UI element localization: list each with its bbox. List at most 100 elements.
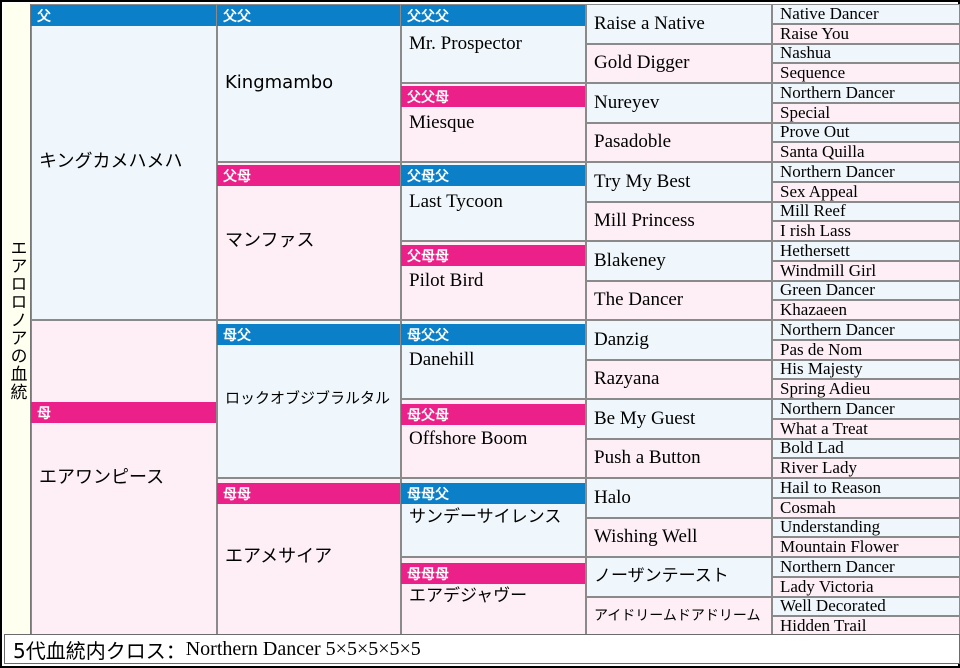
- gen5-cell-8[interactable]: Santa Quilla: [772, 142, 960, 162]
- gen5-cell-31[interactable]: Well Decorated: [772, 596, 960, 617]
- gen5-name-9: Northern Dancer: [780, 162, 895, 181]
- gen4-cell-10[interactable]: Razyana: [586, 359, 772, 399]
- gen5-name-5: Northern Dancer: [780, 83, 895, 102]
- gen5-cell-16[interactable]: Khazaeen: [772, 300, 960, 320]
- gen4-cell-8[interactable]: The Dancer: [586, 280, 772, 320]
- band-sire-dam-label: 父母: [223, 168, 251, 185]
- band-dam-dam-sire-label: 母母父: [407, 486, 449, 503]
- gen4-name-9: Danzig: [594, 328, 649, 350]
- band-dam-sire: 母父: [217, 324, 400, 345]
- gen4-cell-3[interactable]: Nureyev: [586, 83, 772, 123]
- gen5-cell-19[interactable]: His Majesty: [772, 359, 960, 380]
- gen5-cell-4[interactable]: Sequence: [772, 63, 960, 83]
- gen4-cell-13[interactable]: Halo: [586, 478, 772, 518]
- gen5-cell-25[interactable]: Hail to Reason: [772, 478, 960, 498]
- gen5-name-27: Understanding: [780, 517, 881, 537]
- band-sire-sire-sire: 父父父: [401, 5, 585, 26]
- gen5-cell-18[interactable]: Pas de Nom: [772, 339, 960, 360]
- gen5-cell-14[interactable]: Windmill Girl: [772, 260, 960, 281]
- gen5-cell-29[interactable]: Northern Dancer: [772, 557, 960, 577]
- gen4-cell-11[interactable]: Be My Guest: [586, 399, 772, 439]
- gen5-cell-11[interactable]: Mill Reef: [772, 201, 960, 222]
- gen5-name-10: Sex Appeal: [780, 181, 858, 201]
- gen5-name-14: Windmill Girl: [780, 260, 877, 280]
- gen5-name-28: Mountain Flower: [780, 537, 899, 557]
- gen5-name-8: Santa Quilla: [780, 142, 865, 162]
- band-dam-sire-dam-label: 母父母: [407, 407, 449, 424]
- gen5-name-21: Northern Dancer: [780, 399, 895, 418]
- gen5-cell-10[interactable]: Sex Appeal: [772, 181, 960, 202]
- gen5-cell-28[interactable]: Mountain Flower: [772, 537, 960, 557]
- gen5-name-32: Hidden Trail: [780, 616, 867, 636]
- band-sire-dam-dam: 父母母: [401, 245, 585, 266]
- gen4-cell-1[interactable]: Raise a Native: [586, 4, 772, 44]
- gen4-name-4: Pasadoble: [594, 131, 672, 153]
- gen5-name-30: Lady Victoria: [780, 576, 874, 596]
- gen4-cell-12[interactable]: Push a Button: [586, 438, 772, 478]
- gen5-cell-13[interactable]: Hethersett: [772, 241, 960, 261]
- inbreeding-cross: Northern Dancer 5×5×5×5×5: [185, 637, 421, 660]
- gen5-cell-22[interactable]: What a Treat: [772, 418, 960, 439]
- gen1-dam-cell[interactable]: エアワンピース: [31, 320, 217, 636]
- gen5-name-19: His Majesty: [780, 359, 863, 379]
- gen5-cell-5[interactable]: Northern Dancer: [772, 83, 960, 103]
- gen5-name-25: Hail to Reason: [780, 478, 882, 497]
- gen5-name-22: What a Treat: [780, 418, 868, 438]
- gen5-cell-17[interactable]: Northern Dancer: [772, 320, 960, 340]
- gen3-name-7: サンデーサイレンス: [409, 506, 562, 527]
- gen4-cell-4[interactable]: Pasadoble: [586, 122, 772, 162]
- gen5-cell-20[interactable]: Spring Adieu: [772, 379, 960, 399]
- gen5-cell-3[interactable]: Nashua: [772, 43, 960, 64]
- gen5-name-24: River Lady: [780, 458, 857, 478]
- gen4-cell-2[interactable]: Gold Digger: [586, 43, 772, 83]
- pedigree-chart: エアロロノアの血統 キングカメハメハ 父 エアワンピース 母 Kingmambo…: [0, 0, 960, 668]
- gen5-name-16: Khazaeen: [780, 300, 848, 320]
- gen1-sire-cell[interactable]: キングカメハメハ: [31, 4, 217, 320]
- gen5-cell-6[interactable]: Special: [772, 102, 960, 123]
- gen4-cell-14[interactable]: Wishing Well: [586, 517, 772, 557]
- gen5-cell-7[interactable]: Prove Out: [772, 122, 960, 143]
- band-sire-sire-dam: 父父母: [401, 86, 585, 107]
- band-dam-sire-sire: 母父父: [401, 324, 585, 345]
- gen5-cell-1[interactable]: Native Dancer: [772, 4, 960, 24]
- gen5-name-13: Hethersett: [780, 241, 850, 260]
- band-sire-dam-dam-label: 父母母: [407, 248, 449, 265]
- gen3-name-2: Miesque: [409, 111, 475, 133]
- band-dam: 母: [31, 402, 216, 423]
- gen5-cell-27[interactable]: Understanding: [772, 517, 960, 538]
- gen5-name-15: Green Dancer: [780, 280, 875, 300]
- gen5-cell-26[interactable]: Cosmah: [772, 497, 960, 518]
- gen4-cell-9[interactable]: Danzig: [586, 320, 772, 360]
- gen4-cell-15[interactable]: ノーザンテースト: [586, 557, 772, 597]
- gen3-name-4: Pilot Bird: [409, 269, 484, 291]
- gen5-name-26: Cosmah: [780, 497, 836, 517]
- gen5-cell-24[interactable]: River Lady: [772, 458, 960, 478]
- gen3-name-5: Danehill: [409, 348, 475, 370]
- gen4-cell-16[interactable]: アイドリームドアドリーム: [586, 596, 772, 636]
- gen4-cell-5[interactable]: Try My Best: [586, 162, 772, 202]
- gen5-cell-9[interactable]: Northern Dancer: [772, 162, 960, 182]
- gen5-name-20: Spring Adieu: [780, 379, 871, 399]
- gen4-cell-7[interactable]: Blakeney: [586, 241, 772, 281]
- band-sire-sire-label: 父父: [223, 8, 251, 25]
- gen2-sire-sire-cell[interactable]: Kingmambo: [217, 4, 401, 162]
- gen4-name-11: Be My Guest: [594, 407, 696, 429]
- gen5-cell-15[interactable]: Green Dancer: [772, 280, 960, 301]
- band-sire-label: 父: [37, 8, 51, 25]
- gen5-name-7: Prove Out: [780, 122, 850, 142]
- gen4-name-10: Razyana: [594, 368, 660, 390]
- gen2-dam-sire-name: ロックオブジブラルタル: [225, 389, 391, 408]
- band-dam-dam: 母母: [217, 483, 400, 504]
- gen5-cell-2[interactable]: Raise You: [772, 23, 960, 44]
- band-dam-sire-sire-label: 母父父: [407, 327, 449, 344]
- gen5-name-2: Raise You: [780, 23, 849, 43]
- gen4-cell-6[interactable]: Mill Princess: [586, 201, 772, 241]
- gen5-cell-23[interactable]: Bold Lad: [772, 438, 960, 459]
- gen5-cell-30[interactable]: Lady Victoria: [772, 576, 960, 597]
- gen4-name-2: Gold Digger: [594, 52, 690, 74]
- gen5-name-4: Sequence: [780, 63, 846, 83]
- gen5-cell-12[interactable]: I rish Lass: [772, 221, 960, 241]
- gen5-cell-21[interactable]: Northern Dancer: [772, 399, 960, 419]
- band-sire: 父: [31, 5, 216, 26]
- gen4-name-15: ノーザンテースト: [594, 565, 729, 586]
